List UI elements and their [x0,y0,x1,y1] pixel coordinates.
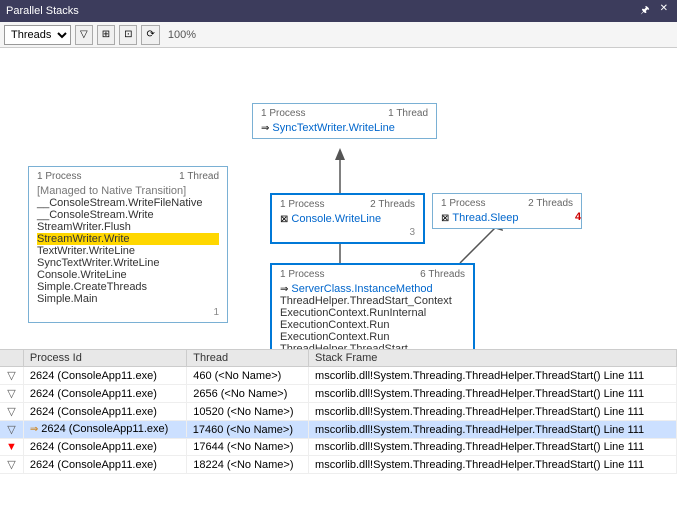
box1-m3: StreamWriter.Flush [37,221,219,233]
box1-m4: StreamWriter.Write [37,233,219,245]
stack-box-1[interactable]: 1 Process 1 Thread [Managed to Native Tr… [28,166,228,323]
box4-threads: 2 Threads [528,198,573,209]
row-process-id: 2624 (ConsoleApp11.exe) [23,439,186,456]
window-title: Parallel Stacks [6,5,79,17]
row-thread: 17644 (<No Name>) [187,439,309,456]
box2-m5: ThreadHelper.ThreadStart [280,343,465,350]
box3-label: 3 [280,227,415,238]
box1-m0: [Managed to Native Transition] [37,185,219,197]
table-row[interactable]: ▽ 2624 (ConsoleApp11.exe) 18224 (<No Nam… [0,456,677,474]
row-thread: 10520 (<No Name>) [187,403,309,421]
toolbar-btn2[interactable]: ⊡ [119,25,137,45]
threads-table: Process Id Thread Stack Frame ▽ 2624 (Co… [0,350,677,474]
box1-threads: 1 Thread [179,171,219,182]
row-thread: 460 (<No Name>) [187,367,309,385]
box1-m7: Console.WriteLine [37,269,219,281]
box5-method: SyncTextWriter.WriteLine [272,122,394,134]
row-filter-icon[interactable]: ▽ [0,456,23,474]
row-stack-frame: mscorlib.dll!System.Threading.ThreadHelp… [309,367,677,385]
title-bar: Parallel Stacks 🖈 ✕ [0,0,677,22]
box5-header: 1 Process 1 Thread [261,108,428,119]
box1-m8: Simple.CreateThreads [37,281,219,293]
stack-box-2[interactable]: 1 Process 6 Threads ⇒ ServerClass.Instan… [270,263,475,350]
box1-m6: SyncTextWriter.WriteLine [37,257,219,269]
stack-box-3[interactable]: 1 Process 2 Threads ⊠ Console.WriteLine … [270,193,425,244]
row-filter-icon[interactable]: ▽ [0,367,23,385]
badge-2: 2 [258,348,264,350]
box5-threads: 1 Thread [388,108,428,119]
row-process-id: 2624 (ConsoleApp11.exe) [23,385,186,403]
zoom-label: 100% [164,29,200,41]
box1-m1: __ConsoleStream.WriteFileNative [37,197,219,209]
box3-process: 1 Process [280,199,324,210]
row-process-id: 2624 (ConsoleApp11.exe) [23,456,186,474]
row-filter-icon[interactable]: ▼ [0,439,23,456]
col-process-id: Process Id [23,350,186,367]
box1-m9: Simple.Main [37,293,219,305]
box3-icon: ⊠ [280,214,288,225]
col-icon [0,350,23,367]
pin-button[interactable]: 🖈 [637,3,652,20]
box4-header: 1 Process 2 Threads [441,198,573,209]
table-row[interactable]: ▽ 2624 (ConsoleApp11.exe) 10520 (<No Nam… [0,403,677,421]
box4-process: 1 Process [441,198,485,209]
box3-threads: 2 Threads [370,199,415,210]
view-selector[interactable]: Threads [4,25,71,45]
row-thread: 17460 (<No Name>) [187,421,309,439]
row-filter-icon[interactable]: ▽ [0,403,23,421]
box1-header: 1 Process 1 Thread [37,171,219,182]
box2-icon: ⇒ [280,284,288,295]
table-row[interactable]: ▽ 2624 (ConsoleApp11.exe) 460 (<No Name>… [0,367,677,385]
row-stack-frame: mscorlib.dll!System.Threading.ThreadHelp… [309,385,677,403]
row-filter-icon[interactable]: ▽ [0,385,23,403]
stack-box-5[interactable]: 1 Process 1 Thread ⇒ SyncTextWriter.Writ… [252,103,437,139]
row-stack-frame: mscorlib.dll!System.Threading.ThreadHelp… [309,421,677,439]
box4-method: Thread.Sleep [452,212,518,224]
row-thread: 18224 (<No Name>) [187,456,309,474]
box2-m4: ExecutionContext.Run [280,331,465,343]
box5-process: 1 Process [261,108,305,119]
diagram-area[interactable]: 1 Process 1 Thread ⇒ SyncTextWriter.Writ… [0,48,677,350]
stack-box-4[interactable]: 1 Process 2 Threads ⊠ Thread.Sleep [432,193,582,229]
box1-m5: TextWriter.WriteLine [37,245,219,257]
box1-process: 1 Process [37,171,81,182]
box2-m3: ExecutionContext.Run [280,319,465,331]
row-thread: 2656 (<No Name>) [187,385,309,403]
col-thread: Thread [187,350,309,367]
current-thread-arrow: ⇒ [30,424,38,435]
filter-button[interactable]: ▽ [75,25,93,45]
box1-label: 1 [37,307,219,318]
table-row-current[interactable]: ▽ ⇒2624 (ConsoleApp11.exe) 17460 (<No Na… [0,421,677,439]
toolbar-btn1[interactable]: ⊞ [97,25,115,45]
box3-method: Console.WriteLine [291,213,381,225]
col-stack-frame: Stack Frame [309,350,677,367]
main-area: 1 Process 1 Thread ⇒ SyncTextWriter.Writ… [0,48,677,510]
bottom-table: Process Id Thread Stack Frame ▽ 2624 (Co… [0,350,677,510]
box2-m1: ThreadHelper.ThreadStart_Context [280,295,465,307]
row-process-id: 2624 (ConsoleApp11.exe) [23,367,186,385]
box2-threads: 6 Threads [420,269,465,280]
row-stack-frame: mscorlib.dll!System.Threading.ThreadHelp… [309,439,677,456]
close-button[interactable]: ✕ [657,3,671,20]
box2-header: 1 Process 6 Threads [280,269,465,280]
row-stack-frame: mscorlib.dll!System.Threading.ThreadHelp… [309,456,677,474]
row-stack-frame: mscorlib.dll!System.Threading.ThreadHelp… [309,403,677,421]
badge-4: 4 [575,211,581,223]
toolbar: Threads ▽ ⊞ ⊡ ⟳ 100% [0,22,677,48]
box2-process: 1 Process [280,269,324,280]
box2-m2: ExecutionContext.RunInternal [280,307,465,319]
table-row[interactable]: ▽ 2624 (ConsoleApp11.exe) 2656 (<No Name… [0,385,677,403]
box4-icon: ⊠ [441,213,449,224]
box3-header: 1 Process 2 Threads [280,199,415,210]
toolbar-btn3[interactable]: ⟳ [141,25,159,45]
row-process-id: 2624 (ConsoleApp11.exe) [23,403,186,421]
box2-currentmethod: ServerClass.InstanceMethod [291,283,432,295]
box1-m2: __ConsoleStream.Write [37,209,219,221]
table-row[interactable]: ▼ 2624 (ConsoleApp11.exe) 17644 (<No Nam… [0,439,677,456]
row-filter-icon[interactable]: ▽ [0,421,23,439]
box5-icon: ⇒ [261,123,269,134]
row-process-id: ⇒2624 (ConsoleApp11.exe) [24,421,187,437]
